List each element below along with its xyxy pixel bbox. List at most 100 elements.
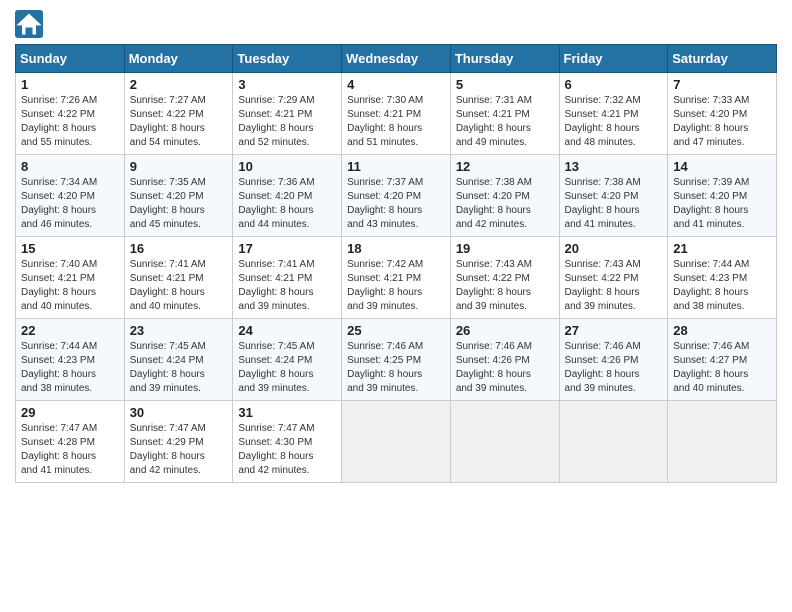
week-row-0: 1 Sunrise: 7:26 AMSunset: 4:22 PMDaylight…	[16, 73, 777, 155]
calendar-cell: 23Sunrise: 7:45 AMSunset: 4:24 PMDayligh…	[124, 319, 233, 401]
day-number: 12	[456, 159, 554, 174]
day-info: Sunrise: 7:41 AMSunset: 4:21 PMDaylight:…	[238, 258, 336, 314]
week-row-4: 29 Sunrise: 7:47 AMSunset: 4:28 PMDayligh…	[16, 401, 777, 483]
day-number: 14	[673, 159, 771, 174]
weekday-header-thursday: Thursday	[450, 45, 559, 73]
day-number: 20	[565, 241, 663, 256]
day-number: 6	[565, 77, 663, 92]
logo-area	[15, 10, 46, 38]
day-number: 22	[21, 323, 119, 338]
day-info: Sunrise: 7:43 AMSunset: 4:22 PMDaylight:…	[565, 258, 663, 314]
weekday-header-sunday: Sunday	[16, 45, 125, 73]
calendar-cell: 26Sunrise: 7:46 AMSunset: 4:26 PMDayligh…	[450, 319, 559, 401]
calendar-cell: 4 Sunrise: 7:30 AMSunset: 4:21 PMDaylight…	[342, 73, 451, 155]
day-number: 25	[347, 323, 445, 338]
day-info: Sunrise: 7:36 AMSunset: 4:20 PMDaylight:…	[238, 176, 336, 232]
day-number: 3	[238, 77, 336, 92]
day-info: Sunrise: 7:27 AMSunset: 4:22 PMDaylight:…	[130, 94, 228, 150]
calendar-cell: 10 Sunrise: 7:36 AMSunset: 4:20 PMDayligh…	[233, 155, 342, 237]
calendar-cell: 11 Sunrise: 7:37 AMSunset: 4:20 PMDayligh…	[342, 155, 451, 237]
calendar-cell: 12Sunrise: 7:38 AMSunset: 4:20 PMDayligh…	[450, 155, 559, 237]
day-number: 21	[673, 241, 771, 256]
day-info: Sunrise: 7:35 AMSunset: 4:20 PMDaylight:…	[130, 176, 228, 232]
day-info: Sunrise: 7:40 AMSunset: 4:21 PMDaylight:…	[21, 258, 119, 314]
day-info: Sunrise: 7:41 AMSunset: 4:21 PMDaylight:…	[130, 258, 228, 314]
day-number: 15	[21, 241, 119, 256]
day-info: Sunrise: 7:46 AMSunset: 4:27 PMDaylight:…	[673, 340, 771, 396]
calendar-cell: 17 Sunrise: 7:41 AMSunset: 4:21 PMDayligh…	[233, 237, 342, 319]
day-info: Sunrise: 7:42 AMSunset: 4:21 PMDaylight:…	[347, 258, 445, 314]
day-info: Sunrise: 7:44 AMSunset: 4:23 PMDaylight:…	[21, 340, 119, 396]
weekday-header-tuesday: Tuesday	[233, 45, 342, 73]
calendar-cell: 30 Sunrise: 7:47 AMSunset: 4:29 PMDayligh…	[124, 401, 233, 483]
day-info: Sunrise: 7:39 AMSunset: 4:20 PMDaylight:…	[673, 176, 771, 232]
day-info: Sunrise: 7:45 AMSunset: 4:24 PMDaylight:…	[238, 340, 336, 396]
calendar-cell: 18 Sunrise: 7:42 AMSunset: 4:21 PMDayligh…	[342, 237, 451, 319]
day-number: 11	[347, 159, 445, 174]
logo-icon	[15, 10, 43, 38]
weekday-header-friday: Friday	[559, 45, 668, 73]
day-number: 13	[565, 159, 663, 174]
page: SundayMondayTuesdayWednesdayThursdayFrid…	[0, 0, 792, 612]
calendar-cell: 1 Sunrise: 7:26 AMSunset: 4:22 PMDaylight…	[16, 73, 125, 155]
week-row-2: 15 Sunrise: 7:40 AMSunset: 4:21 PMDayligh…	[16, 237, 777, 319]
day-number: 2	[130, 77, 228, 92]
day-info: Sunrise: 7:43 AMSunset: 4:22 PMDaylight:…	[456, 258, 554, 314]
calendar-cell: 20 Sunrise: 7:43 AMSunset: 4:22 PMDayligh…	[559, 237, 668, 319]
day-info: Sunrise: 7:29 AMSunset: 4:21 PMDaylight:…	[238, 94, 336, 150]
day-number: 19	[456, 241, 554, 256]
day-number: 18	[347, 241, 445, 256]
day-number: 16	[130, 241, 228, 256]
day-number: 24	[238, 323, 336, 338]
calendar-cell: 28 Sunrise: 7:46 AMSunset: 4:27 PMDayligh…	[668, 319, 777, 401]
day-info: Sunrise: 7:47 AMSunset: 4:29 PMDaylight:…	[130, 422, 228, 478]
day-number: 29	[21, 405, 119, 420]
day-info: Sunrise: 7:30 AMSunset: 4:21 PMDaylight:…	[347, 94, 445, 150]
calendar-cell: 25 Sunrise: 7:46 AMSunset: 4:25 PMDayligh…	[342, 319, 451, 401]
day-number: 7	[673, 77, 771, 92]
weekday-header-saturday: Saturday	[668, 45, 777, 73]
calendar-cell: 5 Sunrise: 7:31 AMSunset: 4:21 PMDaylight…	[450, 73, 559, 155]
calendar-cell: 21 Sunrise: 7:44 AMSunset: 4:23 PMDayligh…	[668, 237, 777, 319]
day-info: Sunrise: 7:26 AMSunset: 4:22 PMDaylight:…	[21, 94, 119, 150]
calendar-cell	[668, 401, 777, 483]
calendar-cell: 2 Sunrise: 7:27 AMSunset: 4:22 PMDaylight…	[124, 73, 233, 155]
calendar-cell	[342, 401, 451, 483]
day-number: 17	[238, 241, 336, 256]
weekday-header-wednesday: Wednesday	[342, 45, 451, 73]
week-row-1: 8Sunrise: 7:34 AMSunset: 4:20 PMDaylight…	[16, 155, 777, 237]
day-info: Sunrise: 7:31 AMSunset: 4:21 PMDaylight:…	[456, 94, 554, 150]
calendar-cell: 15 Sunrise: 7:40 AMSunset: 4:21 PMDayligh…	[16, 237, 125, 319]
day-number: 31	[238, 405, 336, 420]
calendar-cell: 22 Sunrise: 7:44 AMSunset: 4:23 PMDayligh…	[16, 319, 125, 401]
day-info: Sunrise: 7:32 AMSunset: 4:21 PMDaylight:…	[565, 94, 663, 150]
calendar-cell	[450, 401, 559, 483]
day-info: Sunrise: 7:37 AMSunset: 4:20 PMDaylight:…	[347, 176, 445, 232]
week-row-3: 22 Sunrise: 7:44 AMSunset: 4:23 PMDayligh…	[16, 319, 777, 401]
day-info: Sunrise: 7:47 AMSunset: 4:28 PMDaylight:…	[21, 422, 119, 478]
day-info: Sunrise: 7:46 AMSunset: 4:26 PMDaylight:…	[565, 340, 663, 396]
calendar-cell: 27Sunrise: 7:46 AMSunset: 4:26 PMDayligh…	[559, 319, 668, 401]
calendar-cell: 3 Sunrise: 7:29 AMSunset: 4:21 PMDaylight…	[233, 73, 342, 155]
day-number: 1	[21, 77, 119, 92]
day-number: 10	[238, 159, 336, 174]
day-info: Sunrise: 7:44 AMSunset: 4:23 PMDaylight:…	[673, 258, 771, 314]
day-number: 30	[130, 405, 228, 420]
day-number: 28	[673, 323, 771, 338]
day-number: 26	[456, 323, 554, 338]
header	[15, 10, 777, 38]
calendar-cell: 13 Sunrise: 7:38 AMSunset: 4:20 PMDayligh…	[559, 155, 668, 237]
calendar-cell: 31Sunrise: 7:47 AMSunset: 4:30 PMDayligh…	[233, 401, 342, 483]
calendar-cell: 9 Sunrise: 7:35 AMSunset: 4:20 PMDaylight…	[124, 155, 233, 237]
calendar-cell: 14 Sunrise: 7:39 AMSunset: 4:20 PMDayligh…	[668, 155, 777, 237]
calendar-table: SundayMondayTuesdayWednesdayThursdayFrid…	[15, 44, 777, 483]
calendar-cell: 6 Sunrise: 7:32 AMSunset: 4:21 PMDaylight…	[559, 73, 668, 155]
calendar-cell: 16 Sunrise: 7:41 AMSunset: 4:21 PMDayligh…	[124, 237, 233, 319]
day-number: 4	[347, 77, 445, 92]
calendar-cell: 7Sunrise: 7:33 AMSunset: 4:20 PMDaylight…	[668, 73, 777, 155]
day-number: 9	[130, 159, 228, 174]
day-number: 5	[456, 77, 554, 92]
day-info: Sunrise: 7:38 AMSunset: 4:20 PMDaylight:…	[565, 176, 663, 232]
calendar-cell	[559, 401, 668, 483]
day-info: Sunrise: 7:46 AMSunset: 4:25 PMDaylight:…	[347, 340, 445, 396]
